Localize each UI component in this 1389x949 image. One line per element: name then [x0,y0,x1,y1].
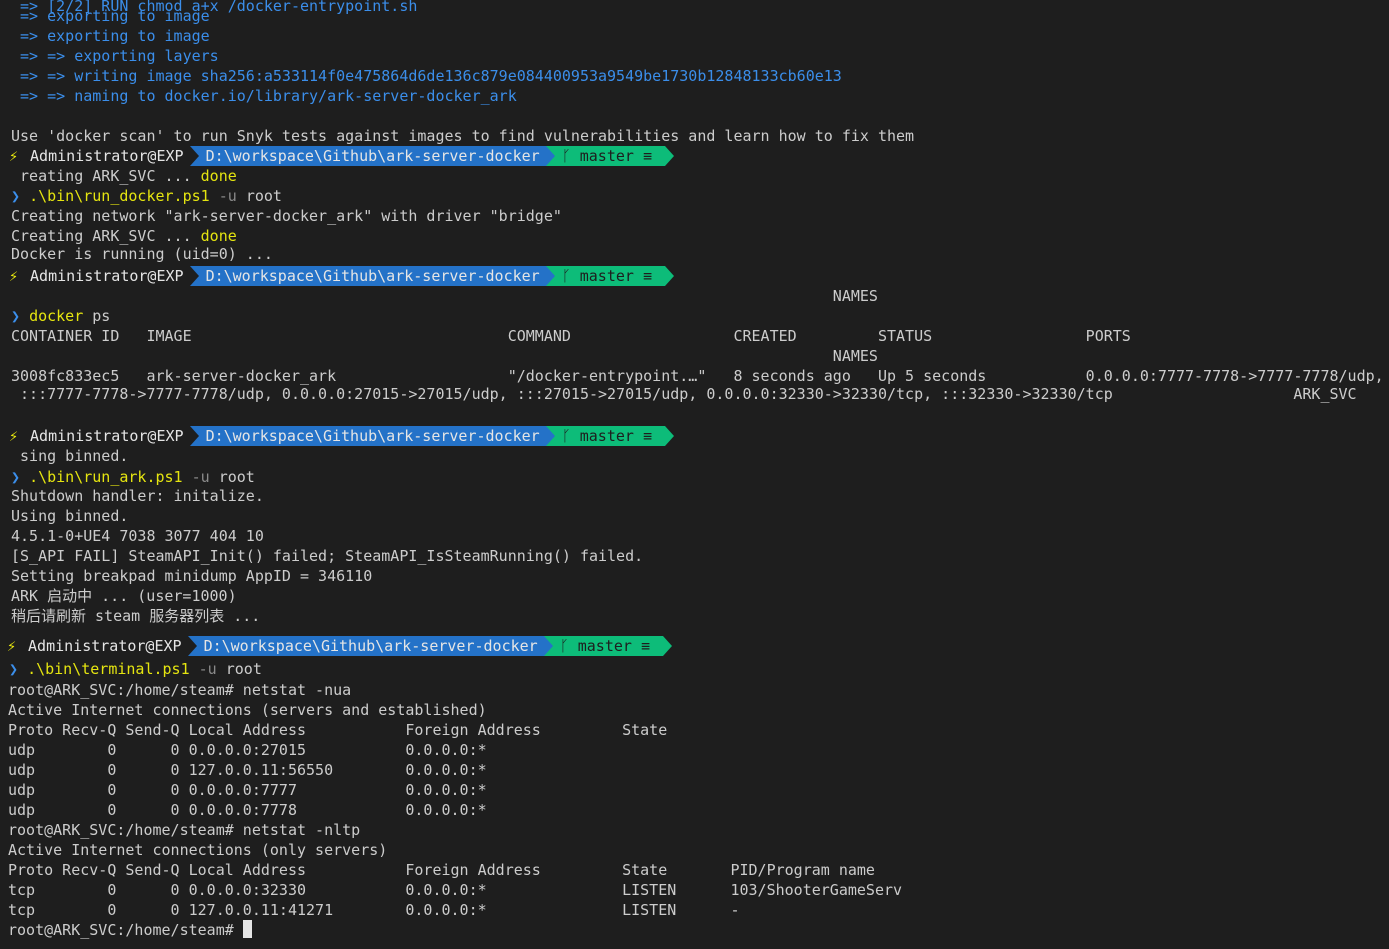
table-header: Proto Recv-Q Send-Q Local Address Foreig… [8,861,875,879]
build-line: => exporting to image [11,27,210,45]
shell-prompt: ⚡ Administrator@EXP D:\workspace\Github\a… [9,426,675,446]
build-line: => => writing image sha256:a533114f0e475… [11,67,842,85]
equiv-icon: ≡ [631,637,660,655]
table-row: udp 0 0 127.0.0.11:56550 0.0.0.0:* [8,761,487,779]
branch-name: master [579,147,634,165]
command-line: ❯ .\bin\run_docker.ps1 -u root [11,187,282,205]
prompt-host: Administrator@EXP [30,267,184,285]
prompt-git-branch: ᚴ master ≡ [545,426,666,446]
branch-name: master [579,427,634,445]
table-header: CONTAINER ID IMAGE COMMAND CREATED STATU… [11,327,1131,345]
prompt-path: D:\workspace\Github\ark-server-docker [189,146,546,166]
output-line: ARK 启动中 ... (user=1000) [11,587,237,605]
prompt-host: Administrator@EXP [30,147,184,165]
prompt-path: D:\workspace\Github\ark-server-docker [189,266,546,286]
prompt-host: Administrator@EXP [30,427,184,445]
output-line: Creating ARK_SVC ... done [11,227,237,245]
output-line: Using binned. [11,507,129,525]
equiv-icon: ≡ [633,147,662,165]
table-header: Proto Recv-Q Send-Q Local Address Foreig… [8,721,668,739]
output-line: root@ARK_SVC:/home/steam# netstat -nltp [8,821,361,839]
prompt-git-branch: ᚴ master ≡ [545,266,666,286]
equiv-icon: ≡ [633,267,662,285]
command-name: .\bin\run_ark.ps1 [29,468,183,486]
build-line: => exporting to image [11,7,210,25]
command-line: ❯ .\bin\terminal.ps1 -u root [9,660,262,678]
residue-line: sing binned. [11,447,129,465]
chevron-right-icon: ❯ [11,187,30,205]
table-row: udp 0 0 0.0.0.0:7777 0.0.0.0:* [8,781,487,799]
output-line: Active Internet connections (only server… [8,841,388,859]
output-line: Shutdown handler: initalize. [11,487,264,505]
shell-prompt: ⚡ Administrator@EXP D:\workspace\Github\a… [9,266,675,286]
lightning-icon: ⚡ [9,427,19,445]
output-line: [S_API FAIL] SteamAPI_Init() failed; Ste… [11,547,644,565]
table-row: tcp 0 0 0.0.0.0:32330 0.0.0.0:* LISTEN 1… [8,881,903,899]
branch-name: master [579,267,634,285]
final-prompt: root@ARK_SVC:/home/steam# [8,921,243,939]
terminal-window[interactable]: => [2/2] RUN chmod a+x /docker-entrypoin… [0,0,1389,949]
input-line[interactable]: root@ARK_SVC:/home/steam# [8,920,252,940]
output-line: Creating network "ark-server-docker_ark"… [11,207,562,225]
shell-prompt: ⚡ Administrator@EXP D:\workspace\Github\a… [9,146,675,166]
prompt-git-branch: ᚴ master ≡ [545,146,666,166]
scan-hint: Use 'docker scan' to run Snyk tests agai… [11,127,915,145]
build-line: => => naming to docker.io/library/ark-se… [11,87,517,105]
git-branch-icon: ᚴ [559,637,578,655]
branch-name: master [577,637,632,655]
equiv-icon: ≡ [633,427,662,445]
table-row: udp 0 0 0.0.0.0:27015 0.0.0.0:* [8,741,487,759]
command-name: docker [29,307,84,325]
chevron-right-icon: ❯ [11,468,30,486]
lightning-icon: ⚡ [9,147,19,165]
git-branch-icon: ᚴ [561,147,580,165]
command-line: ❯ docker ps [11,307,111,325]
output-line: root@ARK_SVC:/home/steam# netstat -nua [8,681,352,699]
table-row: tcp 0 0 127.0.0.11:41271 0.0.0.0:* LISTE… [8,901,740,919]
table-header: NAMES [11,347,878,365]
command-name: .\bin\run_docker.ps1 [29,187,210,205]
table-row: :::7777-7778->7777-7778/udp, 0.0.0.0:270… [11,385,1357,403]
prompt-git-branch: ᚴ master ≡ [543,636,664,656]
text-cursor [242,920,252,938]
build-line: => => exporting layers [11,47,219,65]
command-name: .\bin\terminal.ps1 [27,660,190,678]
output-line: 稍后请刷新 steam 服务器列表 ... [11,607,261,625]
chevron-right-icon: ❯ [11,307,30,325]
output-line: 4.5.1-0+UE4 7038 3077 404 10 [11,527,264,545]
prompt-path: D:\workspace\Github\ark-server-docker [189,426,546,446]
output-line: Docker is running (uid=0) ... [11,245,273,263]
lightning-icon: ⚡ [9,267,19,285]
residue-line: NAMES [11,287,878,305]
chevron-right-icon: ❯ [9,660,28,678]
lightning-icon: ⚡ [7,637,17,655]
residue-line: reating ARK_SVC ... done [11,167,237,185]
prompt-host: Administrator@EXP [28,637,182,655]
prompt-path: D:\workspace\Github\ark-server-docker [187,636,544,656]
git-branch-icon: ᚴ [561,427,580,445]
shell-prompt: ⚡ Administrator@EXP D:\workspace\Github\a… [7,636,673,656]
table-row: udp 0 0 0.0.0.0:7778 0.0.0.0:* [8,801,487,819]
table-row: 3008fc833ec5 ark-server-docker_ark "/doc… [11,367,1384,385]
output-line: Active Internet connections (servers and… [8,701,487,719]
command-line: ❯ .\bin\run_ark.ps1 -u root [11,468,255,486]
git-branch-icon: ᚴ [561,267,580,285]
output-line: Setting breakpad minidump AppID = 346110 [11,567,373,585]
